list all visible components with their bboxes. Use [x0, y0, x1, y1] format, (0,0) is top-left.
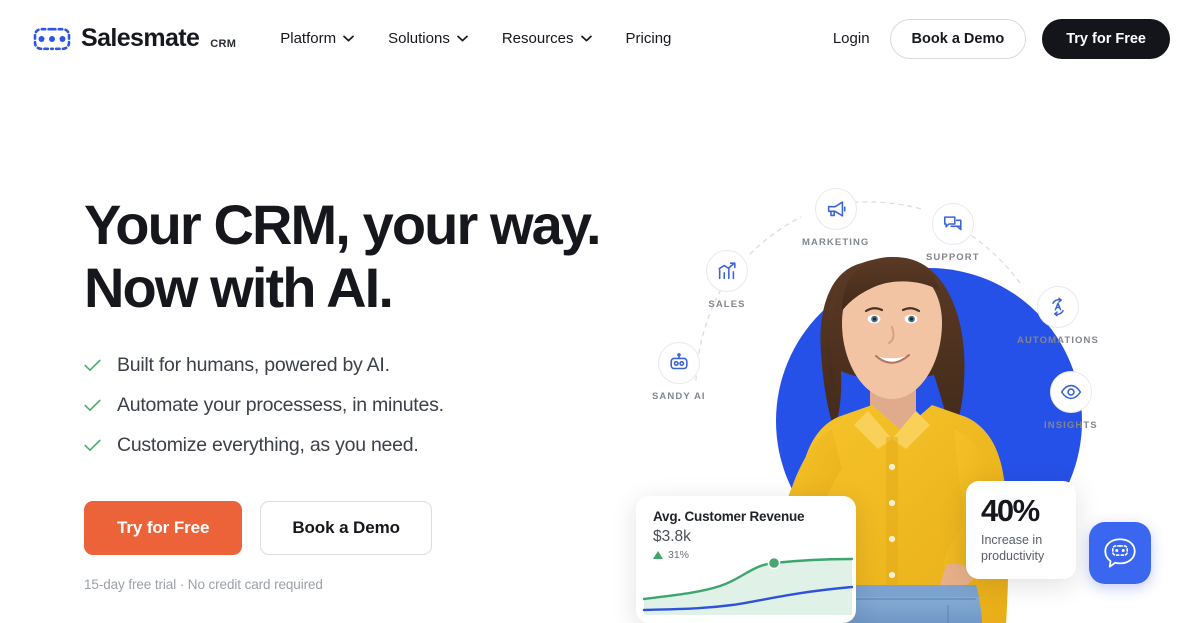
headline-line-2: Now with AI. [84, 255, 394, 319]
book-demo-button[interactable]: Book a Demo [889, 18, 1027, 59]
orbit-node-insights[interactable]: INSIGHTS [1044, 371, 1098, 431]
logo-suffix: CRM [210, 37, 237, 50]
orbit-node-sandy-ai[interactable]: SANDY AI [652, 342, 706, 402]
benefit-list: Built for humans, powered by AI. Automat… [84, 354, 604, 457]
salesmate-logo-icon [33, 27, 71, 50]
stat-caption: Increase in productivity [981, 533, 1076, 564]
node-circle [814, 188, 857, 230]
header-actions: Login Book a Demo Try for Free [829, 18, 1170, 59]
series-revenue-area [644, 559, 852, 615]
book-demo-button-hero[interactable]: Book a Demo [260, 500, 432, 555]
hero-content: Your CRM, your way. Now with AI. Built f… [84, 193, 604, 592]
node-circle [1049, 371, 1092, 413]
automation-cycle-icon [1052, 297, 1064, 317]
megaphone-icon [827, 201, 846, 217]
nav-item-solutions[interactable]: Solutions [388, 30, 468, 47]
stat-number: 40% [981, 493, 1040, 528]
orbit-node-automations[interactable]: AUTOMATIONS [1017, 286, 1099, 346]
revenue-card: Avg. Customer Revenue $3.8k 31% [636, 496, 856, 623]
check-icon [84, 359, 101, 371]
nav-label: Pricing [625, 30, 672, 47]
eye-icon [1060, 384, 1081, 400]
bar-chart-up-icon [718, 262, 736, 280]
try-free-button-hero[interactable]: Try for Free [84, 500, 243, 555]
chat-widget-button[interactable] [1089, 522, 1151, 584]
nav-label: Solutions [388, 30, 450, 47]
list-item: Automate your processess, in minutes. [84, 394, 604, 417]
productivity-stat-card: 40% Increase in productivity [966, 481, 1076, 579]
nav-item-platform[interactable]: Platform [280, 30, 354, 47]
list-item: Customize everything, as you need. [84, 434, 604, 457]
benefit-text: Customize everything, as you need. [117, 433, 419, 456]
node-label: SANDY AI [652, 391, 706, 402]
chevron-down-icon [456, 35, 468, 42]
revenue-card-title: Avg. Customer Revenue [653, 509, 805, 524]
orbit-node-sales[interactable]: SALES [706, 250, 748, 310]
chevron-down-icon [580, 35, 592, 42]
login-link[interactable]: Login [829, 24, 874, 53]
main-nav: Platform Solutions Resources Pricing [280, 30, 671, 47]
node-circle [706, 250, 748, 292]
headline-line-1: Your CRM, your way. [84, 193, 602, 256]
nav-label: Resources [501, 30, 574, 47]
orbit-node-marketing[interactable]: MARKETING [802, 188, 869, 248]
logo-text: Salesmate [81, 24, 200, 52]
orbit-node-support[interactable]: SUPPORT [926, 203, 980, 263]
try-free-button-header[interactable]: Try for Free [1042, 18, 1170, 59]
node-label: SUPPORT [926, 252, 980, 263]
nav-item-pricing[interactable]: Pricing [626, 30, 672, 47]
node-label: SALES [708, 299, 746, 310]
list-item: Built for humans, powered by AI. [84, 354, 604, 377]
benefit-text: Built for humans, powered by AI. [117, 353, 390, 376]
stat-caption-line-2: productivity [981, 548, 1045, 563]
stat-caption-line-1: Increase in [981, 533, 1043, 547]
node-circle [931, 203, 974, 245]
chat-bubbles-icon [943, 216, 962, 231]
revenue-marker-point [767, 556, 781, 570]
chat-widget-icon [1104, 538, 1136, 568]
logo[interactable]: Salesmate CRM [32, 26, 236, 52]
check-icon [84, 399, 101, 411]
nav-item-resources[interactable]: Resources [502, 30, 592, 47]
benefit-text: Automate your processess, in minutes. [117, 393, 444, 416]
node-circle [657, 342, 700, 384]
site-header: Salesmate CRM Platform Solutions Resourc… [0, 0, 1200, 77]
node-label: INSIGHTS [1044, 420, 1098, 431]
check-icon [84, 439, 101, 451]
trial-note: 15-day free trial · No credit card requi… [84, 576, 323, 592]
cta-row: Try for Free Book a Demo [84, 500, 604, 555]
hero-page: Salesmate CRM Platform Solutions Resourc… [0, 0, 1200, 623]
robot-icon [670, 353, 688, 370]
revenue-sparkline-chart [642, 556, 854, 615]
node-circle [1036, 286, 1079, 328]
revenue-card-value: $3.8k [653, 528, 691, 545]
node-label: MARKETING [802, 237, 870, 248]
chevron-down-icon [343, 35, 354, 42]
page-title: Your CRM, your way. Now with AI. [84, 193, 604, 319]
nav-label: Platform [280, 30, 337, 47]
node-label: AUTOMATIONS [1017, 335, 1099, 346]
